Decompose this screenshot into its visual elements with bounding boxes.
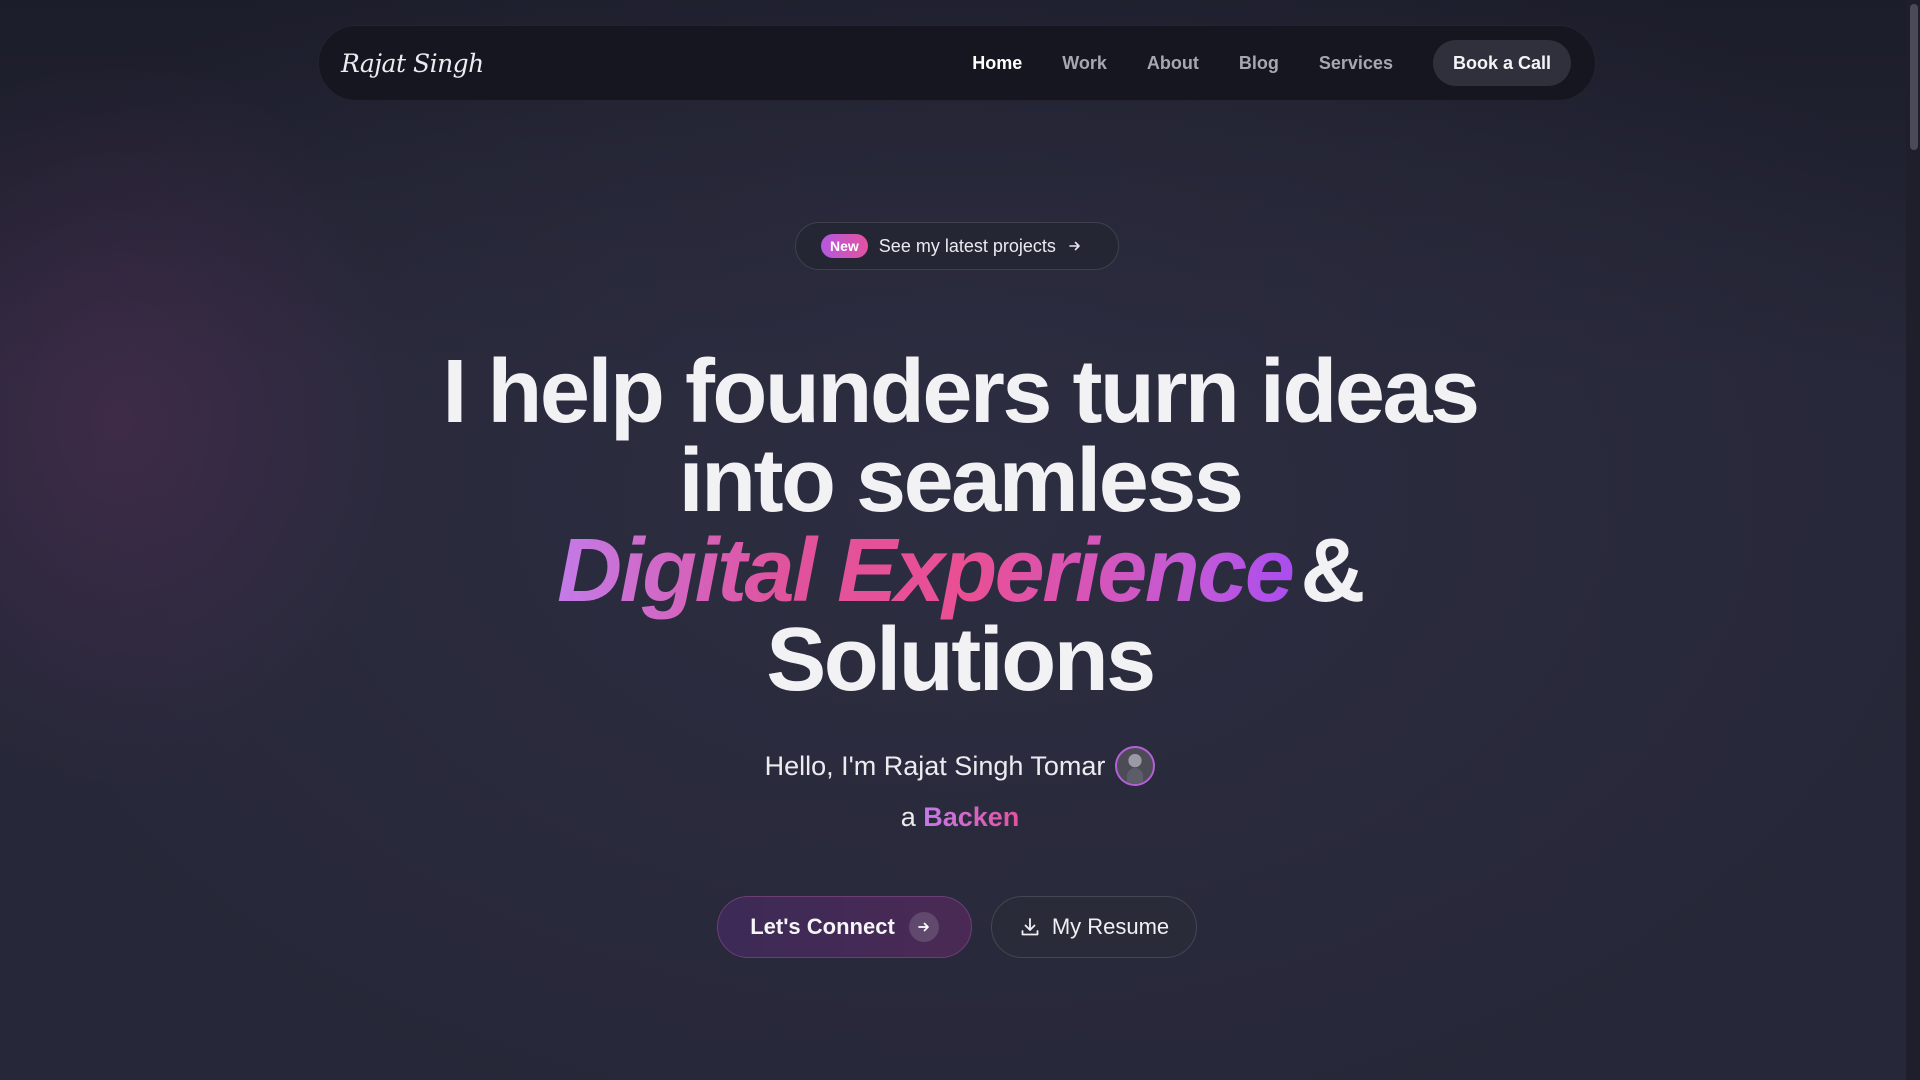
nav-link-blog[interactable]: Blog — [1239, 53, 1279, 74]
my-resume-button[interactable]: My Resume — [991, 896, 1197, 958]
scrollbar-thumb[interactable] — [1910, 4, 1918, 150]
role-typing-text: Backen — [923, 802, 1020, 832]
role-prefix: a — [900, 802, 916, 832]
hero-heading-line-2: into seamless — [678, 431, 1244, 531]
new-badge: New — [821, 234, 868, 258]
my-resume-label: My Resume — [1051, 914, 1170, 939]
lets-connect-button[interactable]: Let's Connect — [717, 896, 972, 958]
nav-links: Home Work About Blog Services Book a Cal… — [972, 40, 1571, 86]
arrow-right-icon — [908, 912, 939, 942]
download-icon — [1019, 916, 1041, 938]
intro-text: Hello, I'm Rajat Singh Tomar — [764, 750, 1106, 781]
site-logo[interactable]: Rajat Singh — [341, 49, 484, 78]
arrow-right-icon — [1068, 239, 1082, 253]
page-scrollbar[interactable] — [1906, 0, 1920, 1080]
announcement-text: See my latest projects — [878, 235, 1056, 256]
nav-link-services[interactable]: Services — [1319, 53, 1393, 74]
intro-line: Hello, I'm Rajat Singh Tomar — [0, 746, 1920, 786]
ampersand: & — [1300, 521, 1365, 621]
lets-connect-label: Let's Connect — [750, 914, 895, 939]
hero-heading-line-3: Digital Experience& — [0, 526, 1920, 616]
hero-heading-line-4: Solutions — [766, 610, 1156, 710]
nav-link-work[interactable]: Work — [1062, 53, 1107, 74]
nav-link-about[interactable]: About — [1147, 53, 1199, 74]
hero-highlight-text: Digital Experience — [557, 521, 1300, 621]
avatar — [1115, 746, 1156, 786]
book-a-call-button[interactable]: Book a Call — [1432, 40, 1571, 86]
nav-link-home[interactable]: Home — [972, 53, 1022, 74]
top-navbar: Rajat Singh Home Work About Blog Service… — [318, 25, 1596, 101]
role-line: a Backen — [0, 802, 1920, 833]
announcement-pill[interactable]: New See my latest projects — [795, 222, 1119, 270]
hero-heading-line-1: I help founders turn ideas — [442, 342, 1480, 442]
